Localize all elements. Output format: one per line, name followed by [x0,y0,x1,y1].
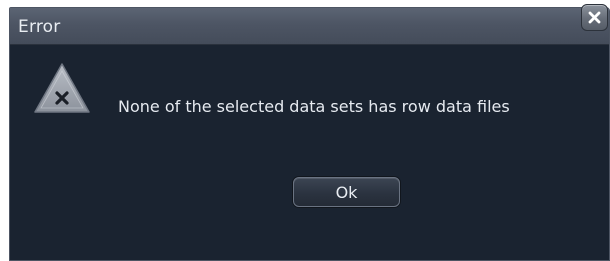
ok-button[interactable]: Ok [293,177,400,207]
error-message: None of the selected data sets has row d… [118,97,510,116]
error-dialog: Error None of the selected data sets has… [9,4,610,261]
title-bar[interactable]: Error [10,8,609,45]
close-button[interactable] [581,4,608,31]
dialog-body: None of the selected data sets has row d… [10,45,609,260]
close-icon [588,11,601,24]
dialog-title: Error [18,17,61,37]
warning-triangle-x-icon [34,63,90,113]
